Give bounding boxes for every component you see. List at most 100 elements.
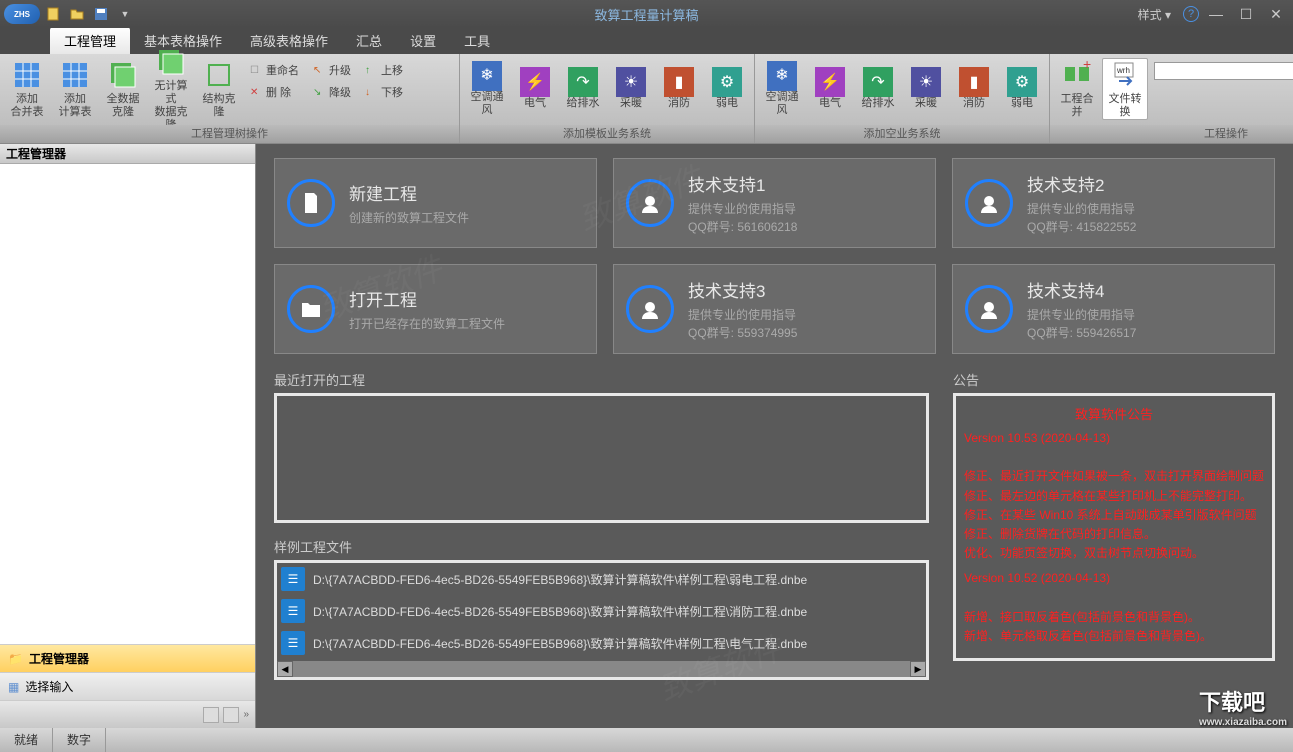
card-support-4[interactable]: 技术支持4提供专业的使用指导QQ群号: 559426517 [952, 264, 1275, 354]
btn-empty-hvac[interactable]: ❄空调通风 [759, 58, 805, 120]
announce-line: 修正、最近打开文件如果被一条，双击打开界面绘制问题 [964, 467, 1264, 486]
recent-projects-panel[interactable] [274, 393, 929, 523]
file-convert-icon: wrh [1109, 59, 1141, 91]
qat-open-icon[interactable] [66, 4, 88, 24]
btn-clone-no-formula[interactable]: 无计算式 数据克隆 [148, 58, 194, 120]
btn-empty-fire[interactable]: ▮消防 [951, 58, 997, 120]
electric-icon: ⚡ [520, 67, 550, 97]
sample-item[interactable]: D:\{7A7ACBDD-FED6-4ec5-BD26-5549FEB5B968… [277, 563, 926, 595]
tab-project-management[interactable]: 工程管理 [50, 27, 130, 54]
sample-item[interactable]: D:\{7A7ACBDD-FED6-4ec5-BD26-5549FEB5B968… [277, 595, 926, 627]
maximize-button[interactable]: ☐ [1233, 4, 1259, 24]
arrow-upleft-icon: ↖ [313, 65, 325, 76]
title-bar: ZHS ▼ 致算工程量计算稿 样式 ▾ ? — ☐ ✕ [0, 0, 1293, 28]
ribbon: 添加 合并表 添加 计算表 全数据 克隆 无计算式 数据克隆 结构克隆 ☐重命名… [0, 54, 1293, 144]
qat-dropdown-icon[interactable]: ▼ [114, 4, 136, 24]
btn-add-merge-sheet[interactable]: 添加 合并表 [4, 58, 50, 120]
ribbon-group-label: 添加模板业务系统 [460, 125, 754, 143]
sidebar-header: 工程管理器 [0, 144, 255, 164]
drainage-icon: ↷ [568, 67, 598, 97]
ribbon-dropdown[interactable] [1154, 62, 1293, 80]
sidebar-tab-select-input[interactable]: ▦选择输入 [0, 672, 255, 700]
sidebar-tab-manager[interactable]: 📁工程管理器 [0, 644, 255, 672]
card-qq: QQ群号: 559426517 [1027, 324, 1262, 341]
card-sub: 创建新的致算工程文件 [349, 209, 584, 227]
grid-green-icon [203, 59, 235, 91]
btn-add-calc-sheet[interactable]: 添加 计算表 [52, 58, 98, 120]
grid-blue-icon [59, 59, 91, 91]
card-title: 技术支持3 [688, 277, 923, 302]
tab-summary[interactable]: 汇总 [342, 27, 396, 54]
announce-line: 新增、单元格取反着色(包括前景色和背景色)。 [964, 627, 1264, 646]
btn-tpl-electric[interactable]: ⚡电气 [512, 58, 558, 120]
project-tree[interactable] [0, 164, 255, 644]
btn-clone-all-data[interactable]: 全数据 克隆 [100, 58, 146, 120]
announce-section-label: 公告 [953, 370, 1275, 389]
help-icon[interactable]: ? [1183, 6, 1199, 22]
headset-icon [626, 179, 674, 227]
btn-tpl-heating[interactable]: ☀采暖 [608, 58, 654, 120]
close-button[interactable]: ✕ [1263, 4, 1289, 24]
btn-tpl-drainage[interactable]: ↷给排水 [560, 58, 606, 120]
btn-upgrade[interactable]: ↖升级 [309, 60, 355, 80]
sample-path: D:\{7A7ACBDD-FED6-4ec5-BD26-5549FEB5B968… [313, 571, 807, 588]
sidebar-mini-button[interactable] [203, 707, 219, 723]
btn-tpl-fire[interactable]: ▮消防 [656, 58, 702, 120]
card-support-1[interactable]: 技术支持1提供专业的使用指导QQ群号: 561606218 [613, 158, 936, 248]
qat-save-icon[interactable] [90, 4, 112, 24]
app-title: 致算工程量计算稿 [594, 5, 698, 24]
tab-settings[interactable]: 设置 [396, 27, 450, 54]
card-new-project[interactable]: 新建工程创建新的致算工程文件 [274, 158, 597, 248]
announce-title: 致算软件公告 [964, 404, 1264, 423]
card-sub: 提供专业的使用指导 [688, 306, 923, 324]
card-title: 打开工程 [349, 286, 584, 311]
announce-line: 新增、接口取反着色(包括前景色和背景色)。 [964, 608, 1264, 627]
btn-clone-structure[interactable]: 结构克隆 [196, 58, 242, 120]
horizontal-scrollbar[interactable]: ◀ ▶ [277, 661, 926, 677]
sidebar-mini-button[interactable] [223, 707, 239, 723]
btn-rename[interactable]: ☐重命名 [246, 60, 303, 80]
fire-icon: ▮ [664, 67, 694, 97]
btn-empty-electric[interactable]: ⚡电气 [807, 58, 853, 120]
btn-file-convert[interactable]: wrh文件转换 [1102, 58, 1148, 120]
merge-icon: + [1061, 59, 1093, 91]
btn-empty-heating[interactable]: ☀采暖 [903, 58, 949, 120]
grid-green-icon [155, 46, 187, 78]
btn-move-up[interactable]: ↑上移 [361, 60, 407, 80]
sample-path: D:\{7A7ACBDD-FED6-4ec5-BD26-5549FEB5B968… [313, 635, 807, 652]
card-qq: QQ群号: 415822552 [1027, 218, 1262, 235]
announce-line: 修正、最左边的单元格在某些打印机上不能完整打印。 [964, 487, 1264, 506]
recent-section-label: 最近打开的工程 [274, 370, 929, 389]
card-open-project[interactable]: 打开工程打开已经存在的致算工程文件 [274, 264, 597, 354]
btn-project-merge[interactable]: +工程合并 [1054, 58, 1100, 120]
btn-empty-drainage[interactable]: ↷给排水 [855, 58, 901, 120]
btn-empty-weak[interactable]: ⚙弱电 [999, 58, 1045, 120]
document-icon [281, 599, 305, 623]
btn-move-down[interactable]: ↓下移 [361, 82, 407, 102]
card-support-2[interactable]: 技术支持2提供专业的使用指导QQ群号: 415822552 [952, 158, 1275, 248]
status-bar: 就绪 数字 [0, 728, 1293, 752]
btn-tpl-weak[interactable]: ⚙弱电 [704, 58, 750, 120]
scroll-right-icon[interactable]: ▶ [910, 661, 926, 677]
style-menu[interactable]: 样式 ▾ [1130, 4, 1179, 25]
label: 全数据 克隆 [107, 93, 140, 119]
tab-tools[interactable]: 工具 [450, 27, 504, 54]
btn-tpl-hvac[interactable]: ❄空调通风 [464, 58, 510, 120]
ribbon-tabs: 工程管理 基本表格操作 高级表格操作 汇总 设置 工具 [0, 28, 1293, 54]
card-support-3[interactable]: 技术支持3提供专业的使用指导QQ群号: 559374995 [613, 264, 936, 354]
hvac-icon: ❄ [472, 61, 502, 91]
document-icon [281, 631, 305, 655]
ribbon-group-label: 添加空业务系统 [755, 125, 1049, 143]
sample-item[interactable]: D:\{7A7ACBDD-FED6-4ec5-BD26-5549FEB5B968… [277, 627, 926, 659]
qat-new-icon[interactable] [42, 4, 64, 24]
tab-advanced-table[interactable]: 高级表格操作 [236, 27, 342, 54]
btn-downgrade[interactable]: ↘降级 [309, 82, 355, 102]
sidebar-expand-icon[interactable]: » [243, 709, 249, 720]
scroll-left-icon[interactable]: ◀ [277, 661, 293, 677]
arrow-downright-icon: ↘ [313, 87, 325, 98]
btn-delete[interactable]: ✕删 除 [246, 82, 303, 102]
announce-line: 修正、删除货牌在代码的打印信息。 [964, 525, 1264, 544]
heating-icon: ☀ [616, 67, 646, 97]
status-num: 数字 [53, 728, 106, 752]
minimize-button[interactable]: — [1203, 4, 1229, 24]
